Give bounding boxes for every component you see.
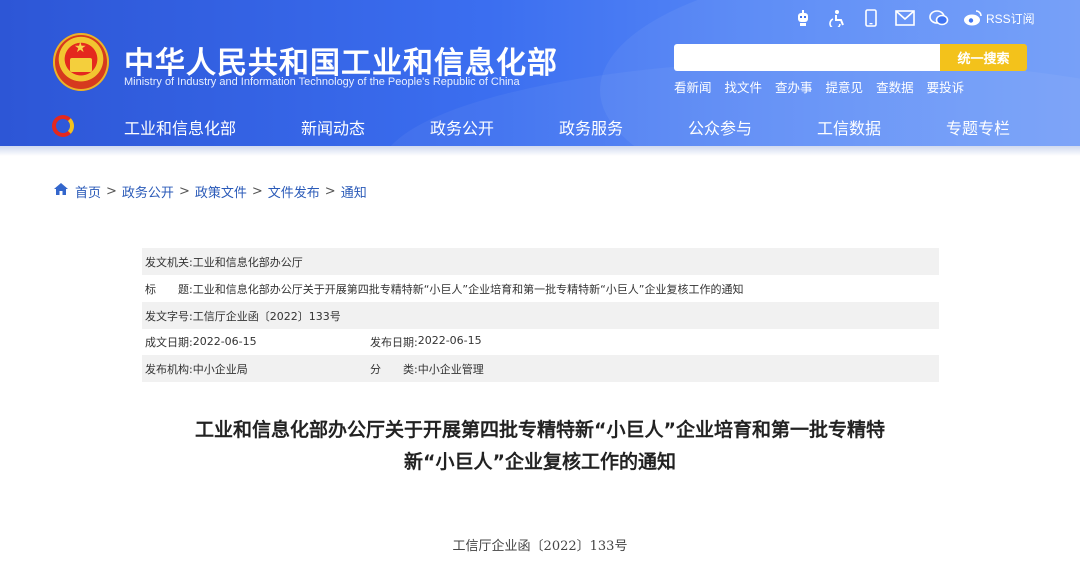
breadcrumb-policy-docs[interactable]: 政策文件 [195, 182, 247, 201]
meta-value-agency: 中小企业局 [192, 362, 248, 376]
accessibility-icon[interactable] [820, 6, 854, 30]
mobile-icon[interactable] [854, 6, 888, 30]
meta-row-docno: 发文字号: 工信厅企业函〔2022〕133号 [142, 302, 939, 329]
article-doc-number: 工信厅企业函〔2022〕133号 [452, 539, 628, 554]
meta-row-issuer: 发文机关: 工业和信息化部办公厅 [142, 248, 939, 275]
nav-item-services[interactable]: 政务服务 [559, 115, 623, 139]
home-icon[interactable] [54, 183, 68, 199]
search-button[interactable]: 统一搜索 [940, 44, 1027, 71]
rss-link[interactable]: RSS订阅 [986, 10, 1035, 27]
main-nav: 工业和信息化部 新闻动态 政务公开 政务服务 公众参与 工信数据 专题专栏 [0, 112, 1080, 140]
quick-link-feedback[interactable]: 提意见 [826, 77, 864, 96]
article-title-line: 新“小巨人”企业复核工作的通知 [404, 451, 676, 473]
star-icon: ★ [74, 40, 87, 56]
meta-value-docno: 工信厅企业函〔2022〕133号 [192, 309, 341, 323]
quick-link-news[interactable]: 看新闻 [674, 77, 712, 96]
breadcrumb-separator: > [324, 183, 336, 199]
quick-links: 看新闻 找文件 查办事 提意见 查数据 要投诉 [674, 77, 964, 96]
meta-label: 发布机构: [145, 362, 193, 376]
meta-label: 标 题: [145, 282, 193, 296]
quick-link-files[interactable]: 找文件 [725, 77, 763, 96]
search-input[interactable] [674, 44, 940, 71]
top-toolbar [786, 6, 990, 30]
miit-logo-icon[interactable] [52, 115, 74, 137]
breadcrumb-separator: > [106, 183, 117, 199]
meta-row-agency: 发布机构: 中小企业局 分 类: 中小企业管理 [142, 355, 939, 382]
site-header: ★ 中华人民共和国工业和信息化部 Ministry of Industry an… [0, 0, 1080, 152]
meta-col-published: 发布日期: 2022-06-15 [370, 334, 482, 350]
article-title: 工业和信息化部办公厅关于开展第四批专精特新“小巨人”企业培育和第一批专精特 新“… [130, 414, 950, 478]
header-shadow [0, 146, 1080, 156]
mail-icon[interactable] [888, 6, 922, 30]
meta-value-category: 中小企业管理 [417, 362, 484, 376]
quick-link-complaint[interactable]: 要投诉 [927, 77, 965, 96]
meta-row-title: 标 题: 工业和信息化部办公厅关于开展第四批专精特新“小巨人”企业培育和第一批专… [142, 275, 939, 302]
meta-label: 发文机关: [145, 255, 193, 269]
nav-item-data[interactable]: 工信数据 [817, 115, 881, 139]
meta-row-dates: 成文日期: 2022-06-15 发布日期: 2022-06-15 [142, 328, 939, 355]
wechat-icon[interactable] [922, 6, 956, 30]
gate-icon [70, 58, 92, 72]
weibo-icon[interactable] [956, 6, 990, 30]
meta-col-category: 分 类: 中小企业管理 [370, 361, 484, 377]
document-metadata: 发文机关: 工业和信息化部办公厅 标 题: 工业和信息化部办公厅关于开展第四批专… [142, 248, 939, 382]
breadcrumb-notice[interactable]: 通知 [341, 182, 367, 201]
nav-item-gov-affairs[interactable]: 政务公开 [430, 115, 494, 139]
nav-item-topics[interactable]: 专题专栏 [946, 115, 1010, 139]
meta-label: 成文日期: [145, 335, 193, 349]
meta-label: 发布日期: [370, 335, 418, 349]
nav-item-participation[interactable]: 公众参与 [688, 115, 752, 139]
meta-label: 发文字号: [145, 309, 193, 323]
meta-value-issuer: 工业和信息化部办公厅 [192, 255, 303, 269]
breadcrumb: 首页 > 政务公开 > 政策文件 > 文件发布 > 通知 [54, 182, 367, 201]
site-subtitle: Ministry of Industry and Information Tec… [124, 76, 520, 88]
breadcrumb-separator: > [178, 183, 190, 199]
breadcrumb-separator: > [251, 183, 263, 199]
article-title-line: 工业和信息化部办公厅关于开展第四批专精特新“小巨人”企业培育和第一批专精特 [195, 419, 885, 441]
quick-link-data[interactable]: 查数据 [876, 77, 914, 96]
meta-value-published: 2022-06-15 [417, 333, 482, 347]
meta-label: 分 类: [370, 362, 418, 376]
meta-value-title: 工业和信息化部办公厅关于开展第四批专精特新“小巨人”企业培育和第一批专精特新“小… [192, 282, 744, 296]
national-emblem-icon[interactable]: ★ [53, 33, 109, 91]
nav-item-news[interactable]: 新闻动态 [301, 115, 365, 139]
quick-link-services[interactable]: 查办事 [775, 77, 813, 96]
breadcrumb-home[interactable]: 首页 [75, 182, 101, 201]
nav-item-ministry[interactable]: 工业和信息化部 [124, 115, 236, 139]
robot-icon[interactable] [786, 6, 820, 30]
breadcrumb-file-release[interactable]: 文件发布 [268, 182, 320, 201]
breadcrumb-gov-affairs[interactable]: 政务公开 [122, 182, 174, 201]
meta-value-created: 2022-06-15 [192, 335, 257, 348]
